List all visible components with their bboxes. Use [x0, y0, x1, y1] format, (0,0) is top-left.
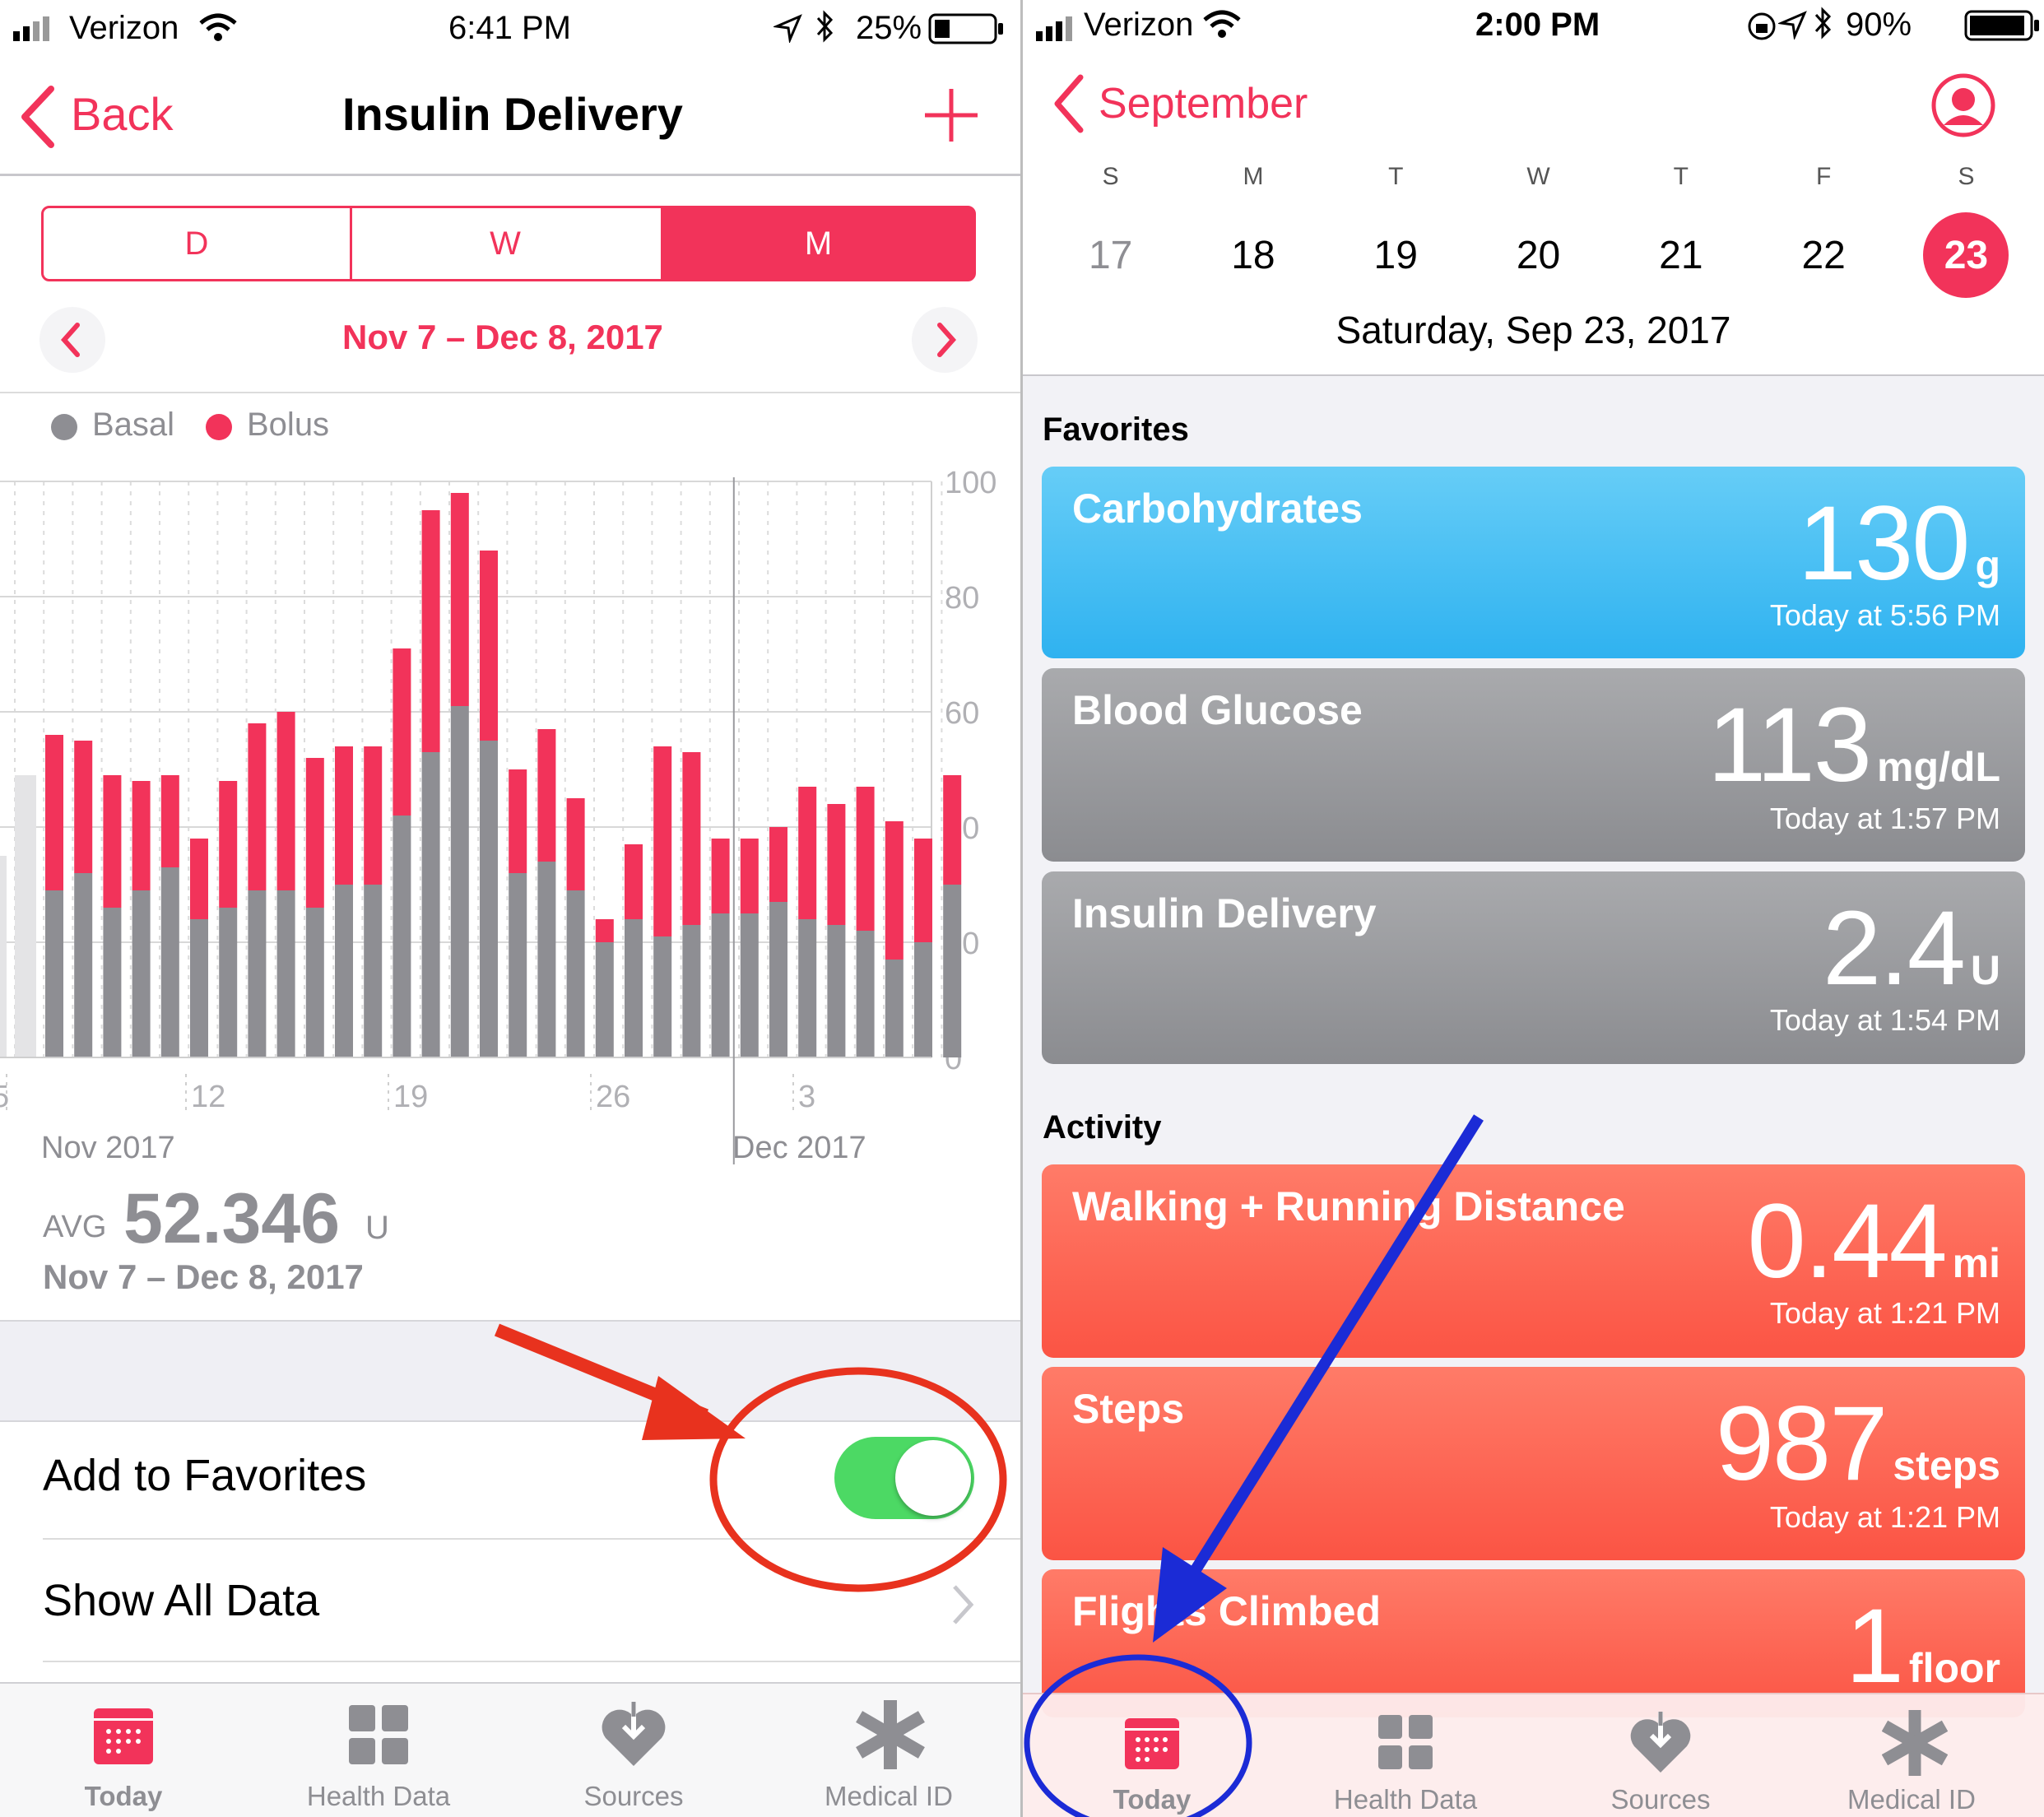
day-cell[interactable]: 18	[1210, 212, 1296, 298]
red-annotation	[494, 1323, 1007, 1592]
day-cell[interactable]: 22	[1781, 212, 1866, 298]
weekday-label: M	[1243, 163, 1264, 190]
day-cell[interactable]: 19	[1353, 212, 1438, 298]
weekday-label: F	[1815, 163, 1832, 190]
weekday-label: T	[1388, 163, 1404, 190]
weekday-label: S	[1958, 163, 1975, 190]
weekday-label: T	[1673, 163, 1689, 190]
right-screen: Verizon 2:00 PM 90% September Saturday, …	[1023, 0, 2044, 1817]
day-selected[interactable]: 23	[1923, 212, 2009, 298]
day-cell[interactable]: 20	[1496, 212, 1582, 298]
weekday-label: S	[1102, 163, 1119, 190]
day-cell[interactable]: 17	[1068, 212, 1154, 298]
left-screen: Verizon 6:41 PM 25% Back Insulin Deliver…	[0, 0, 1020, 1817]
weekday-label: W	[1526, 163, 1550, 190]
day-cell[interactable]: 21	[1638, 212, 1724, 298]
